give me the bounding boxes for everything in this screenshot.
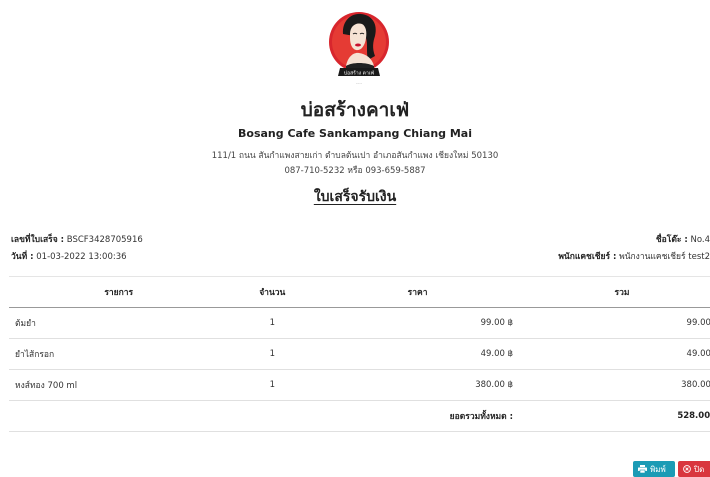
grand-total-row: ยอดรวมทั้งหมด : 528.00 ฿ bbox=[9, 400, 710, 432]
printer-icon bbox=[638, 465, 647, 473]
table-row: ยำไส้กรอก 1 49.00 ฿ 49.00 ฿ bbox=[9, 338, 710, 370]
item-price: 99.00 ฿ bbox=[316, 307, 520, 339]
item-total: 380.00 ฿ bbox=[519, 369, 710, 401]
item-total: 49.00 ฿ bbox=[519, 338, 710, 370]
close-circle-icon bbox=[683, 465, 691, 473]
table-name: ชื่อโต๊ะ : No.4 bbox=[656, 232, 710, 246]
receipt-title: ใบเสร็จรับเงิน bbox=[313, 189, 397, 205]
item-total: 99.00 ฿ bbox=[519, 307, 710, 339]
grand-total-label: ยอดรวมทั้งหมด : bbox=[316, 400, 520, 432]
header-item: รายการ bbox=[9, 276, 229, 308]
receipt-date-value: 01-03-2022 13:00:36 bbox=[36, 252, 127, 262]
close-button-label: ปิด bbox=[694, 464, 705, 474]
table-row: หงส์ทอง 700 ml 1 380.00 ฿ 380.00 ฿ bbox=[9, 369, 710, 401]
bosang-cafe-logo: บ่อสร้าง คาเฟ่ ····· bbox=[329, 12, 389, 86]
item-price: 380.00 ฿ bbox=[316, 369, 520, 401]
print-button[interactable]: พิมพ์ bbox=[633, 461, 675, 477]
header-quantity: จำนวน bbox=[228, 276, 317, 308]
table-row: ต้มยำ 1 99.00 ฿ 99.00 ฿ bbox=[9, 307, 710, 339]
table-name-value: No.4 bbox=[690, 235, 710, 245]
receipt-number: เลขที่ใบเสร็จ : BSCF3428705916 bbox=[11, 232, 143, 246]
receipt-number-value: BSCF3428705916 bbox=[66, 235, 143, 245]
cashier: พนักแคชเชียร์ : พนักงานแคชเชียร์ test2 bbox=[558, 249, 710, 263]
close-button[interactable]: ปิด bbox=[678, 461, 710, 477]
shop-name-english: Bosang Cafe Sankampang Chiang Mai bbox=[238, 127, 472, 140]
cashier-label: พนักแคชเชียร์ : bbox=[558, 252, 617, 262]
grand-total-value: 528.00 ฿ bbox=[519, 400, 710, 432]
receipt-items-table: รายการ จำนวน ราคา รวม ต้มยำ 1 99.00 ฿ 99… bbox=[9, 276, 710, 432]
print-button-label: พิมพ์ bbox=[650, 464, 666, 474]
item-name: ยำไส้กรอก bbox=[9, 338, 229, 370]
header-price: ราคา bbox=[316, 276, 520, 308]
item-quantity: 1 bbox=[228, 369, 317, 401]
svg-text:บ่อสร้าง คาเฟ่: บ่อสร้าง คาเฟ่ bbox=[344, 70, 375, 77]
shop-address: 111/1 ถนน สันกำแพงสายเก่า ตำบลต้นเปา อำเ… bbox=[211, 151, 499, 161]
svg-text:·····: ····· bbox=[356, 82, 362, 86]
shop-phone: 087-710-5232 หรือ 093-659-5887 bbox=[284, 166, 426, 176]
table-header-row: รายการ จำนวน ราคา รวม bbox=[9, 276, 710, 308]
item-name: หงส์ทอง 700 ml bbox=[9, 369, 229, 401]
shop-name-thai: บ่อสร้างคาเฟ่ bbox=[300, 99, 410, 121]
table-name-label: ชื่อโต๊ะ : bbox=[655, 235, 688, 245]
header-total: รวม bbox=[519, 276, 710, 308]
cashier-value: พนักงานแคชเชียร์ test2 bbox=[619, 252, 710, 262]
item-quantity: 1 bbox=[228, 338, 317, 370]
receipt-date-label: วันที่ : bbox=[11, 252, 34, 262]
item-quantity: 1 bbox=[228, 307, 317, 339]
receipt-number-label: เลขที่ใบเสร็จ : bbox=[11, 235, 65, 245]
item-price: 49.00 ฿ bbox=[316, 338, 520, 370]
receipt-date: วันที่ : 01-03-2022 13:00:36 bbox=[11, 249, 127, 263]
item-name: ต้มยำ bbox=[9, 307, 229, 339]
